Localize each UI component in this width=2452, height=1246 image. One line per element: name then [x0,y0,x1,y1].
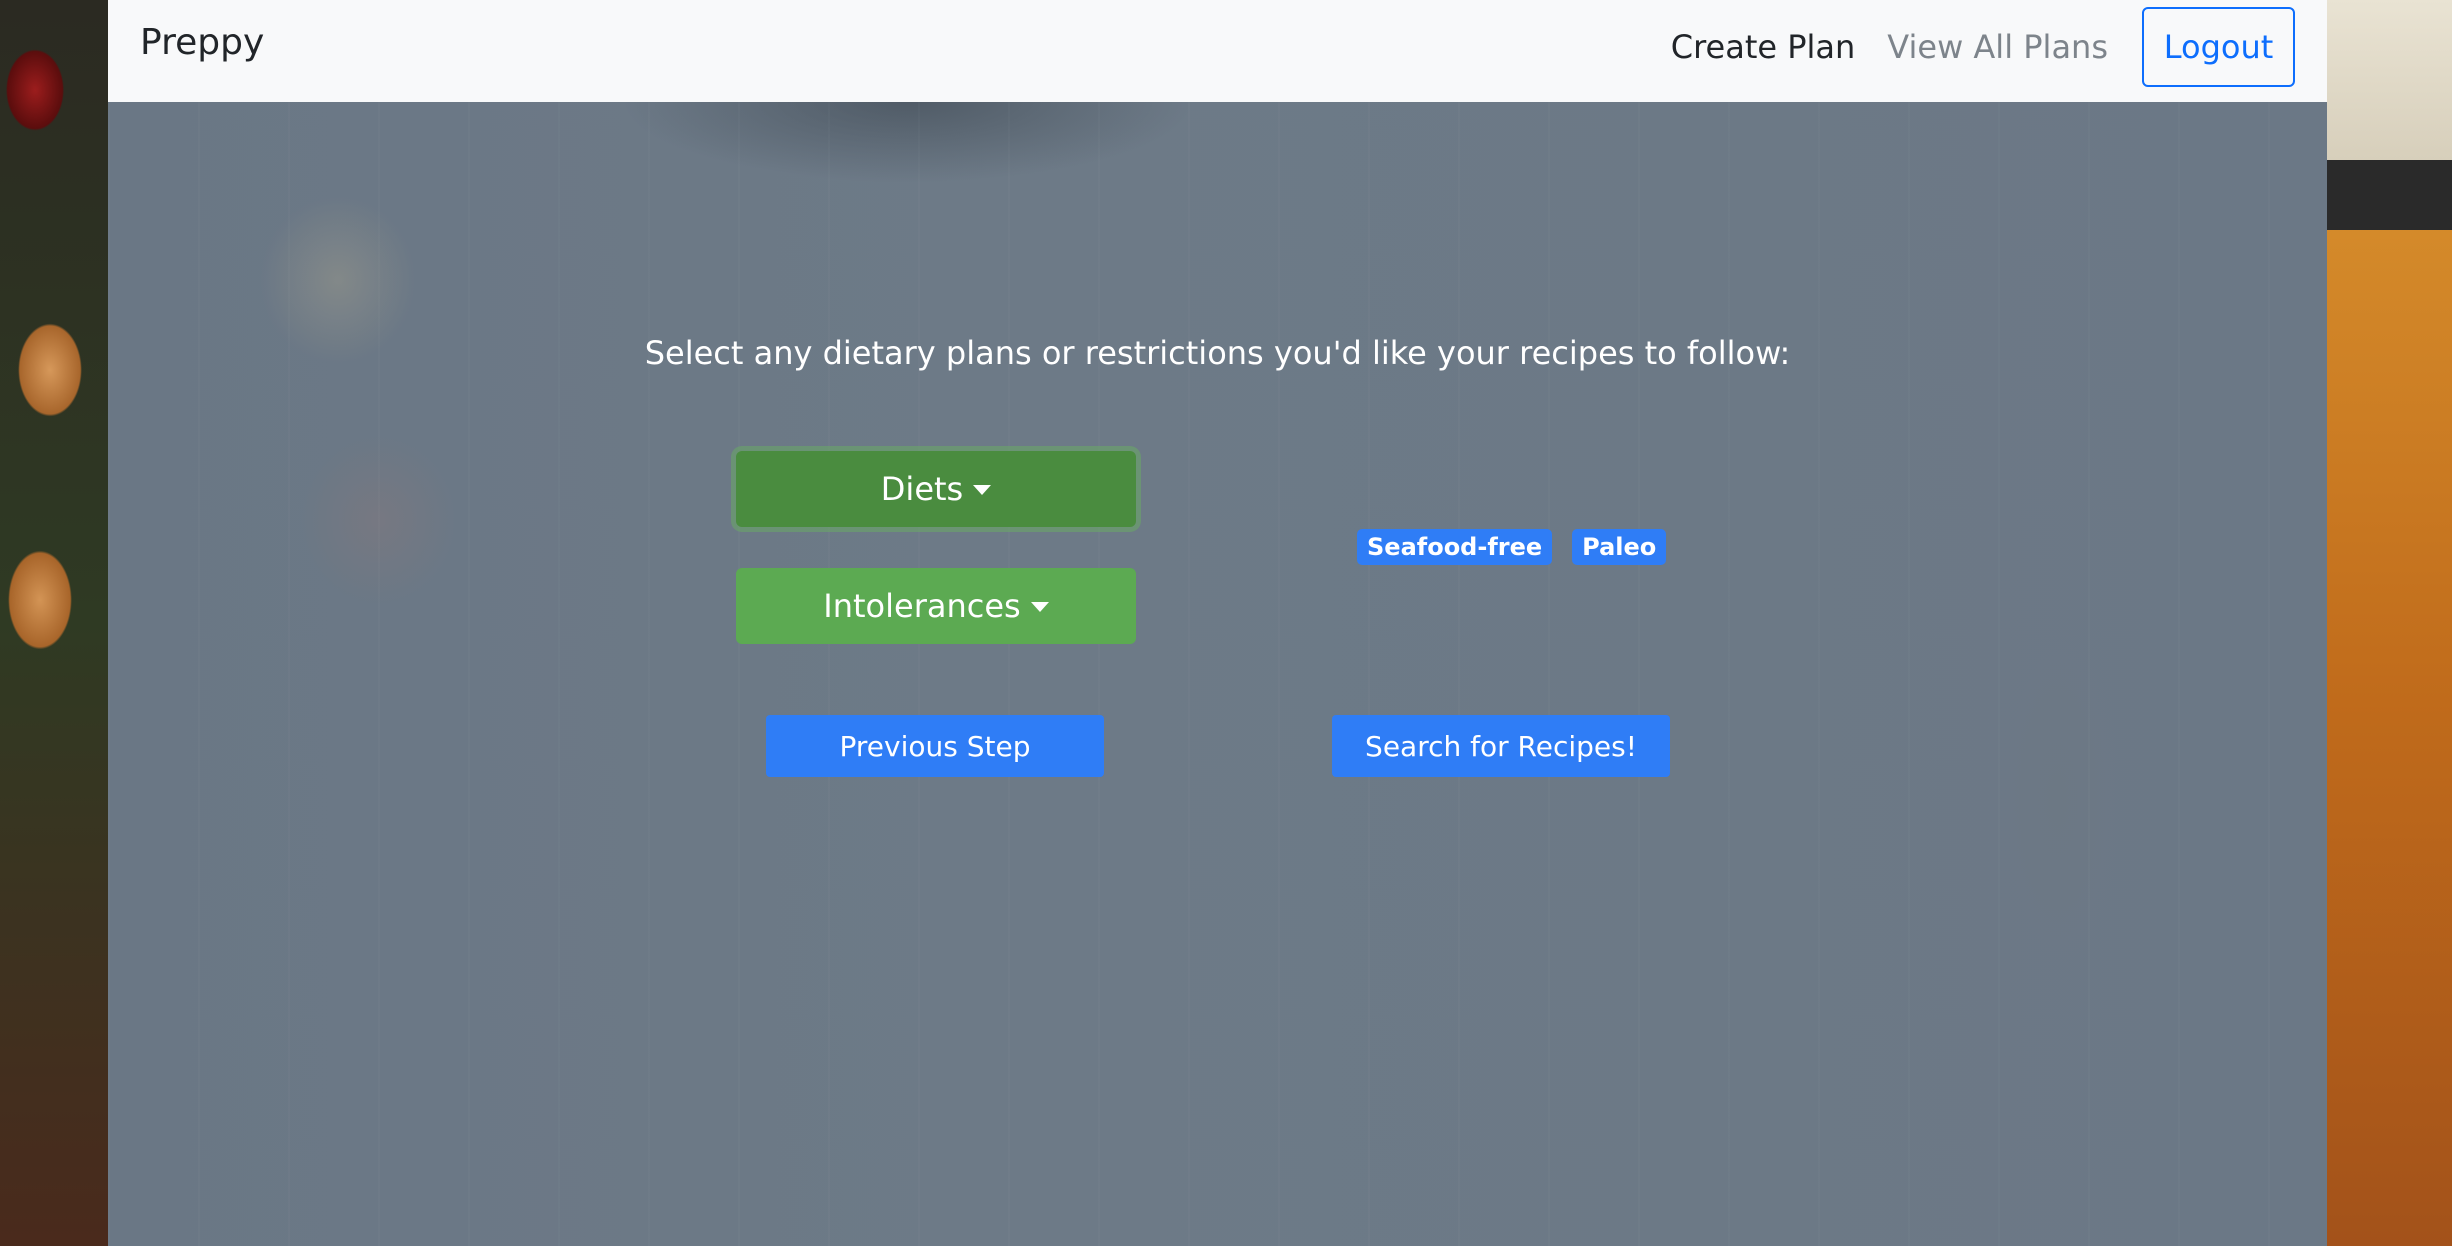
logout-button[interactable]: Logout [2142,7,2295,87]
intolerances-dropdown-button[interactable]: Intolerances [736,568,1136,644]
navbar: Preppy Create Plan View All Plans Logout [108,0,2327,102]
nav-links: Create Plan View All Plans Logout [1655,0,2295,94]
background-right-edge [2327,0,2452,1246]
diets-dropdown-label: Diets [880,470,964,508]
main-content: Select any dietary plans or restrictions… [108,102,2327,1246]
background-left-edge [0,0,108,1246]
caret-down-icon [973,485,992,495]
diets-dropdown-button[interactable]: Diets [736,451,1136,527]
nav-create-plan[interactable]: Create Plan [1655,28,1872,66]
intolerances-dropdown-label: Intolerances [823,587,1021,625]
badge-seafood-free: Seafood-free [1357,529,1553,565]
selected-restrictions: Seafood-free Paleo [1357,529,1667,565]
caret-down-icon [1030,602,1049,612]
previous-step-button[interactable]: Previous Step [766,715,1104,777]
instruction-text: Select any dietary plans or restrictions… [644,334,1791,372]
nav-view-all-plans[interactable]: View All Plans [1871,28,2124,66]
badge-paleo: Paleo [1572,529,1667,565]
search-recipes-button[interactable]: Search for Recipes! [1332,715,1670,777]
brand-link[interactable]: Preppy [140,22,264,63]
